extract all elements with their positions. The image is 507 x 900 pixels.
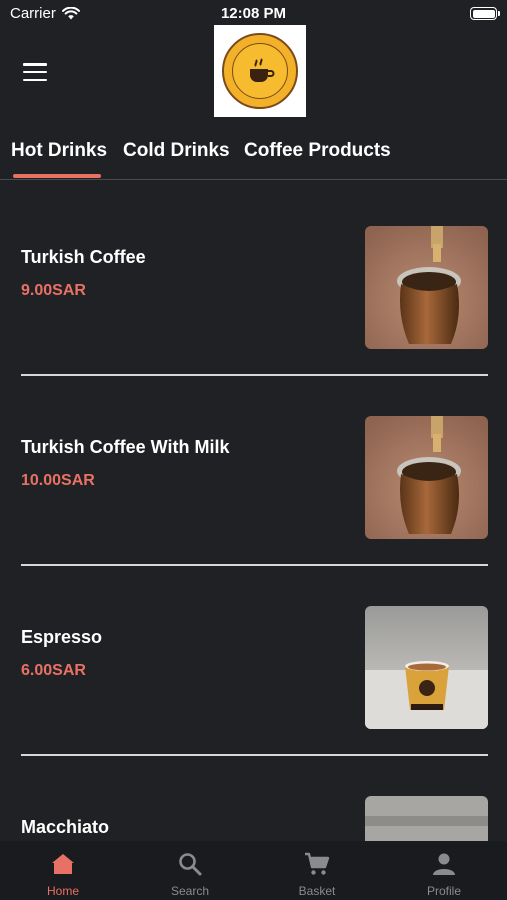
nav-search[interactable]: Search: [127, 841, 253, 900]
cart-icon: [305, 852, 330, 875]
product-name: Turkish Coffee With Milk: [21, 437, 230, 457]
turkish-coffee-pot-image: [365, 416, 488, 539]
product-price: 6.00SAR: [21, 662, 86, 679]
nav-profile[interactable]: Profile: [381, 841, 507, 900]
nav-basket[interactable]: Basket: [254, 841, 380, 900]
search-icon: [179, 853, 202, 876]
battery-icon: [470, 7, 500, 20]
nav-profile-label: Profile: [426, 884, 461, 898]
status-time: 12:08 PM: [220, 5, 287, 22]
tab-hot-drinks[interactable]: Hot Drinks: [11, 140, 107, 162]
product-name: Macchiato: [21, 817, 110, 837]
product-price: 9.00SAR: [21, 282, 86, 299]
espresso-cup-image: [365, 606, 488, 729]
bottom-tab-bar: Home Search Basket Profile: [0, 841, 507, 900]
active-tab-indicator: [13, 174, 101, 178]
status-bar: Carrier 12:08 PM: [0, 0, 507, 28]
nav-home-label: Home: [46, 884, 79, 898]
nav-home[interactable]: Home: [0, 841, 126, 900]
product-price: 10.00SAR: [21, 472, 95, 489]
product-item-espresso[interactable]: Espresso 6.00SAR: [0, 561, 507, 756]
tab-coffee-products[interactable]: Coffee Products: [244, 140, 391, 162]
product-item-turkish-coffee[interactable]: Turkish Coffee 9.00SAR: [0, 181, 507, 376]
product-item-turkish-coffee-with-milk[interactable]: Turkish Coffee With Milk 10.00SAR: [0, 371, 507, 566]
product-name: Turkish Coffee: [21, 247, 146, 267]
app-header: [0, 25, 507, 120]
product-name: Espresso: [21, 627, 103, 647]
turkish-coffee-pot-image: [365, 226, 488, 349]
category-tabs: Hot Drinks Cold Drinks Coffee Products: [0, 130, 507, 180]
profile-icon: [433, 853, 455, 875]
hamburger-menu-icon[interactable]: [22, 61, 48, 83]
tab-cold-drinks[interactable]: Cold Drinks: [123, 140, 230, 162]
hot-sands-logo: [214, 25, 306, 117]
coffee-cup-icon: [250, 58, 275, 82]
nav-search-label: Search: [170, 884, 210, 898]
nav-basket-label: Basket: [298, 884, 336, 898]
home-icon: [52, 854, 74, 874]
